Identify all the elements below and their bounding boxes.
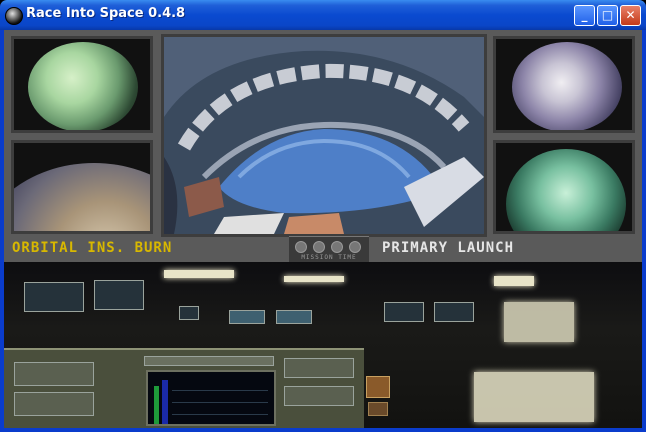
earth-view-topright [493,36,635,133]
earth-view-bottomright [493,140,635,234]
console-panel [284,386,354,406]
console-panel [14,362,94,386]
console-panel [14,392,94,416]
window-title: Race Into Space 0.4.8 [26,6,186,21]
wall-monitor [229,310,265,324]
mission-timer: MISSION TIME [289,236,369,264]
telemetry-screen [146,370,276,426]
mission-timer-label: MISSION TIME [301,254,357,261]
ceiling-light [164,270,234,278]
earth-globe-image [28,42,138,130]
earth-limb-view [11,140,153,234]
window-glow [474,372,594,422]
current-step-label: ORBITAL INS. BURN [12,240,173,256]
spacecraft-camera-view [161,34,487,237]
timer-dial-icon [295,241,307,253]
telemetry-gridline [172,414,268,415]
wall-monitor [94,280,144,310]
console-panel [284,358,354,378]
timer-dial-icon [313,241,325,253]
earth-globe-image [506,149,626,231]
wall-monitor [384,302,424,322]
wall-monitor [179,306,199,320]
ceiling-light [494,276,534,286]
spacecraft-scene [164,37,484,234]
window-glow [504,302,574,342]
status-indicator [368,402,388,416]
wall-monitor [276,310,312,324]
earth-globe-image [512,42,622,130]
ceiling-light [284,276,344,282]
status-indicator [366,376,390,398]
minimize-button[interactable]: _ [574,5,595,26]
mission-control-room [4,262,642,428]
maximize-button[interactable]: □ [597,5,618,26]
earth-view-topleft [11,36,153,133]
telemetry-bar-green [154,386,159,424]
wall-monitor [24,282,84,312]
game-canvas[interactable]: ORBITAL INS. BURN MISSION TIME PRIMARY L… [4,30,642,428]
telemetry-gridline [172,402,268,403]
timer-dial-icon [331,241,343,253]
close-button[interactable]: ✕ [620,5,641,26]
app-icon[interactable] [5,7,23,25]
window-border-right [642,30,646,432]
timer-dial-icon [349,241,361,253]
window-border-bottom [0,428,646,432]
earth-limb-image [14,163,150,231]
mission-type-label: PRIMARY LAUNCH [382,240,515,256]
window-titlebar[interactable]: Race Into Space 0.4.8 _ □ ✕ [0,0,646,30]
console-panel [144,356,274,366]
telemetry-gridline [172,390,268,391]
telemetry-bar-blue [162,380,168,424]
wall-monitor [434,302,474,322]
